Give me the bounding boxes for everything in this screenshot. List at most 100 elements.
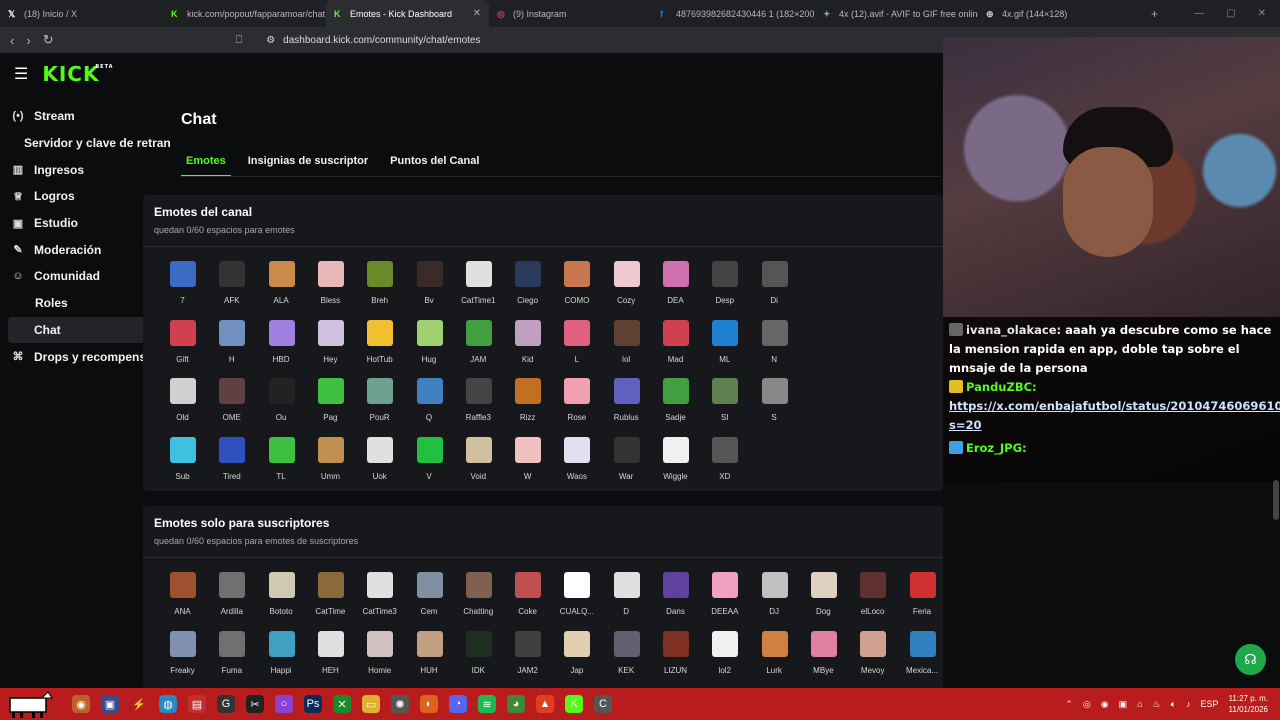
hamburger-menu-icon[interactable]: ☰ (14, 64, 28, 84)
emote-tile[interactable]: Cozy (602, 261, 651, 320)
emote-tile[interactable]: KEK (602, 630, 651, 690)
site-info-icon[interactable]: ⚙ (266, 35, 275, 46)
emote-tile[interactable]: Bototo (257, 572, 306, 631)
folder-icon[interactable]: ▭ (362, 695, 380, 713)
emote-tile[interactable]: OME (207, 378, 256, 437)
emote-tile[interactable]: Mexica... (898, 630, 947, 690)
emote-tile[interactable]: LIZUN (651, 630, 700, 690)
emote-tile[interactable]: CatTime3 (355, 572, 404, 631)
emote-tile[interactable]: Ciego (503, 261, 552, 320)
xbox-icon[interactable]: ✕ (333, 695, 351, 713)
url-text[interactable]: dashboard.kick.com/community/chat/emotes (283, 35, 480, 46)
emote-tile[interactable]: W (503, 436, 552, 496)
emote-tile[interactable]: Rizz (503, 378, 552, 437)
emote-tile[interactable]: PouR (355, 378, 404, 437)
emote-tile[interactable]: Homie (355, 630, 404, 690)
language-indicator[interactable]: ESP (1201, 699, 1219, 709)
emote-tile[interactable]: CUALQ... (552, 572, 601, 631)
bookmark-icon[interactable]: ⎕ (236, 34, 243, 47)
emote-tile[interactable]: Waos (552, 436, 601, 496)
browser-tab[interactable]: 𝕏 (18) Inicio / X (0, 0, 163, 27)
emote-tile[interactable]: N (750, 319, 799, 379)
app-icon[interactable]: ◉ (72, 695, 90, 713)
emote-tile[interactable]: HotTub (355, 319, 404, 379)
emote-tile[interactable]: CatTime1 (454, 261, 503, 320)
c-icon[interactable]: C (594, 695, 612, 713)
emote-tile[interactable]: Lurk (750, 630, 799, 690)
tab-emotes[interactable]: Emotes (181, 155, 231, 177)
emote-tile[interactable]: Rublus (602, 378, 651, 437)
emote-tile[interactable]: Happi (257, 630, 306, 690)
emote-tile[interactable]: Old (158, 378, 207, 437)
emote-tile[interactable]: Mad (651, 319, 700, 379)
emote-tile[interactable]: lol2 (700, 630, 749, 690)
forward-icon[interactable]: › (26, 33, 30, 48)
emote-tile[interactable]: War (602, 436, 651, 496)
emote-tile[interactable]: Dans (651, 572, 700, 631)
discord-icon[interactable]: ◔ (449, 695, 467, 713)
emote-tile[interactable]: Mevoy (848, 630, 897, 690)
reload-icon[interactable]: ↻ (43, 32, 54, 48)
emote-tile[interactable]: Freaky (158, 630, 207, 690)
tray-app-icon[interactable]: ◉ (1101, 699, 1109, 710)
new-tab-icon[interactable]: + (1141, 7, 1168, 21)
photoshop-icon[interactable]: Ps (304, 695, 322, 713)
emote-tile[interactable]: Sub (158, 436, 207, 496)
emote-tile[interactable]: 7 (158, 261, 207, 320)
tab-puntos[interactable]: Puntos del Canal (385, 155, 484, 177)
sidebar-item-chat[interactable]: Chat (8, 316, 163, 344)
emote-tile[interactable]: Ardilla (207, 572, 256, 631)
emote-tile[interactable]: L (552, 319, 601, 379)
emote-tile[interactable]: Chatting (454, 572, 503, 631)
emote-tile[interactable]: ANA (158, 572, 207, 631)
bolt-icon[interactable]: ⚡ (130, 695, 148, 713)
emote-tile[interactable]: Cem (405, 572, 454, 631)
emote-tile[interactable]: Uok (355, 436, 404, 496)
mic-icon[interactable]: ♪ (1186, 699, 1191, 709)
capcut-icon[interactable]: ✂ (246, 695, 264, 713)
emote-tile[interactable]: DJ (750, 572, 799, 631)
emote-tile[interactable]: elLoco (848, 572, 897, 631)
sidebar-item-servidor[interactable]: Servidor y clave de retransmisión (0, 130, 170, 157)
emote-tile[interactable]: MBye (799, 630, 848, 690)
steam-icon[interactable]: ♨ (1153, 699, 1161, 710)
browser-tab[interactable]: K Emotes - Kick Dashboard ✕ (326, 0, 489, 27)
emote-tile[interactable]: Ou (257, 378, 306, 437)
browser-tab[interactable]: ⊕ 4x.gif (144×128) (978, 0, 1141, 27)
sidebar-item-stream[interactable]: (•) Stream (0, 103, 170, 130)
tab-insignias[interactable]: Insignias de suscriptor (243, 155, 373, 177)
emote-tile[interactable]: S (750, 378, 799, 437)
emote-tile[interactable]: JAM2 (503, 630, 552, 690)
store-icon[interactable]: ▣ (101, 695, 119, 713)
notes-icon[interactable]: ▤ (188, 695, 206, 713)
emote-tile[interactable]: IDK (454, 630, 503, 690)
page-scrollbar[interactable] (1273, 480, 1279, 520)
emote-tile[interactable]: Coke (503, 572, 552, 631)
emote-tile[interactable]: Sadje (651, 378, 700, 437)
emote-tile[interactable]: AFK (207, 261, 256, 320)
emote-tile[interactable]: D (602, 572, 651, 631)
firefox-icon[interactable]: ◐ (420, 695, 438, 713)
emote-tile[interactable]: DEEAA (700, 572, 749, 631)
g-icon[interactable]: G (217, 695, 235, 713)
emote-tile[interactable]: H (207, 319, 256, 379)
emote-tile[interactable]: Di (750, 261, 799, 320)
emote-tile[interactable]: V (405, 436, 454, 496)
emote-tile[interactable]: HEH (306, 630, 355, 690)
obs-icon[interactable]: ○ (275, 695, 293, 713)
url-field[interactable]: ⚙ dashboard.kick.com/community/chat/emot… (266, 35, 480, 46)
kick-icon[interactable]: K (565, 695, 583, 713)
emote-tile[interactable]: Hey (306, 319, 355, 379)
emote-tile[interactable]: Desp (700, 261, 749, 320)
emote-tile[interactable]: Rose (552, 378, 601, 437)
emote-tile[interactable]: HBD (257, 319, 306, 379)
emote-tile[interactable]: SI (700, 378, 749, 437)
emote-tile[interactable]: Pag (306, 378, 355, 437)
back-icon[interactable]: ‹ (10, 33, 14, 48)
emote-tile[interactable]: Umm (306, 436, 355, 496)
tray-app-icon[interactable]: ⌂ (1137, 699, 1142, 709)
emote-tile[interactable]: Kid (503, 319, 552, 379)
browser-tab[interactable]: f 487693982682430446 1 (182×200) (652, 0, 815, 27)
tray-app-icon[interactable]: ▣ (1119, 699, 1128, 710)
support-chat-button[interactable]: ☊ (1235, 644, 1266, 675)
